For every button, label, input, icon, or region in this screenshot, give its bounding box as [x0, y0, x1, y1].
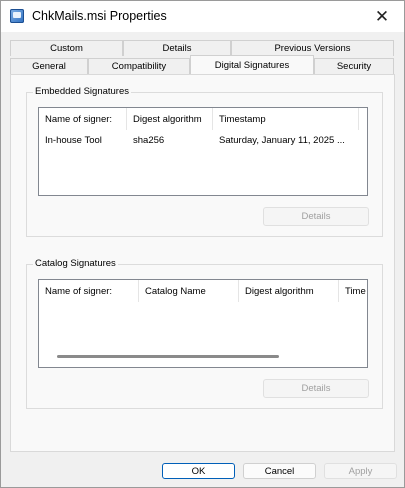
close-button[interactable]: ✕ [360, 1, 404, 32]
list-header: Name of signer: Catalog Name Digest algo… [39, 280, 367, 302]
tab-previous-versions[interactable]: Previous Versions [231, 40, 394, 56]
installer-file-icon [10, 9, 24, 23]
column-header-timestamp[interactable]: Timestamp [213, 108, 359, 130]
column-header-name-of-signer[interactable]: Name of signer: [39, 280, 139, 302]
tab-custom[interactable]: Custom [10, 40, 123, 56]
column-header-catalog-name[interactable]: Catalog Name [139, 280, 239, 302]
tab-digital-signatures[interactable]: Digital Signatures [190, 55, 314, 74]
window-title: ChkMails.msi Properties [32, 9, 167, 23]
column-header-name-of-signer[interactable]: Name of signer: [39, 108, 127, 130]
column-header-digest-algorithm[interactable]: Digest algorithm [127, 108, 213, 130]
apply-button[interactable]: Apply [324, 463, 397, 479]
embedded-signatures-label: Embedded Signatures [33, 86, 132, 97]
cancel-button[interactable]: Cancel [243, 463, 316, 479]
tab-compatibility[interactable]: Compatibility [88, 58, 190, 74]
tab-row-back: Custom Details Previous Versions [10, 40, 394, 56]
catalog-details-button[interactable]: Details [263, 379, 369, 398]
tab-security[interactable]: Security [314, 58, 394, 74]
embedded-details-button[interactable]: Details [263, 207, 369, 226]
tab-details[interactable]: Details [123, 40, 231, 56]
cell-signer-name: In-house Tool [45, 134, 102, 146]
column-header-timestamp[interactable]: Time [339, 280, 367, 302]
title-bar: ChkMails.msi Properties ✕ [1, 1, 404, 32]
tab-row-front: General Compatibility Digital Signatures… [10, 55, 394, 74]
digital-signatures-panel: Embedded Signatures Name of signer: Dige… [10, 74, 395, 452]
properties-window: ChkMails.msi Properties ✕ Custom Details… [0, 0, 405, 488]
tab-general[interactable]: General [10, 58, 88, 74]
ok-button[interactable]: OK [162, 463, 235, 479]
close-icon: ✕ [374, 6, 390, 26]
horizontal-scrollbar-thumb[interactable] [57, 355, 279, 358]
table-row[interactable]: In-house Tool sha256 Saturday, January 1… [39, 131, 367, 149]
catalog-signatures-group: Catalog Signatures Name of signer: Catal… [26, 258, 383, 409]
embedded-signatures-group: Embedded Signatures Name of signer: Dige… [26, 86, 383, 237]
list-header: Name of signer: Digest algorithm Timesta… [39, 108, 359, 130]
cell-digest-algorithm: sha256 [133, 134, 165, 146]
column-header-digest-algorithm[interactable]: Digest algorithm [239, 280, 339, 302]
catalog-signatures-label: Catalog Signatures [33, 258, 118, 269]
catalog-signatures-list[interactable]: Name of signer: Catalog Name Digest algo… [38, 279, 368, 368]
cell-timestamp: Saturday, January 11, 2025 ... [219, 134, 345, 146]
embedded-signatures-list[interactable]: Name of signer: Digest algorithm Timesta… [38, 107, 368, 196]
